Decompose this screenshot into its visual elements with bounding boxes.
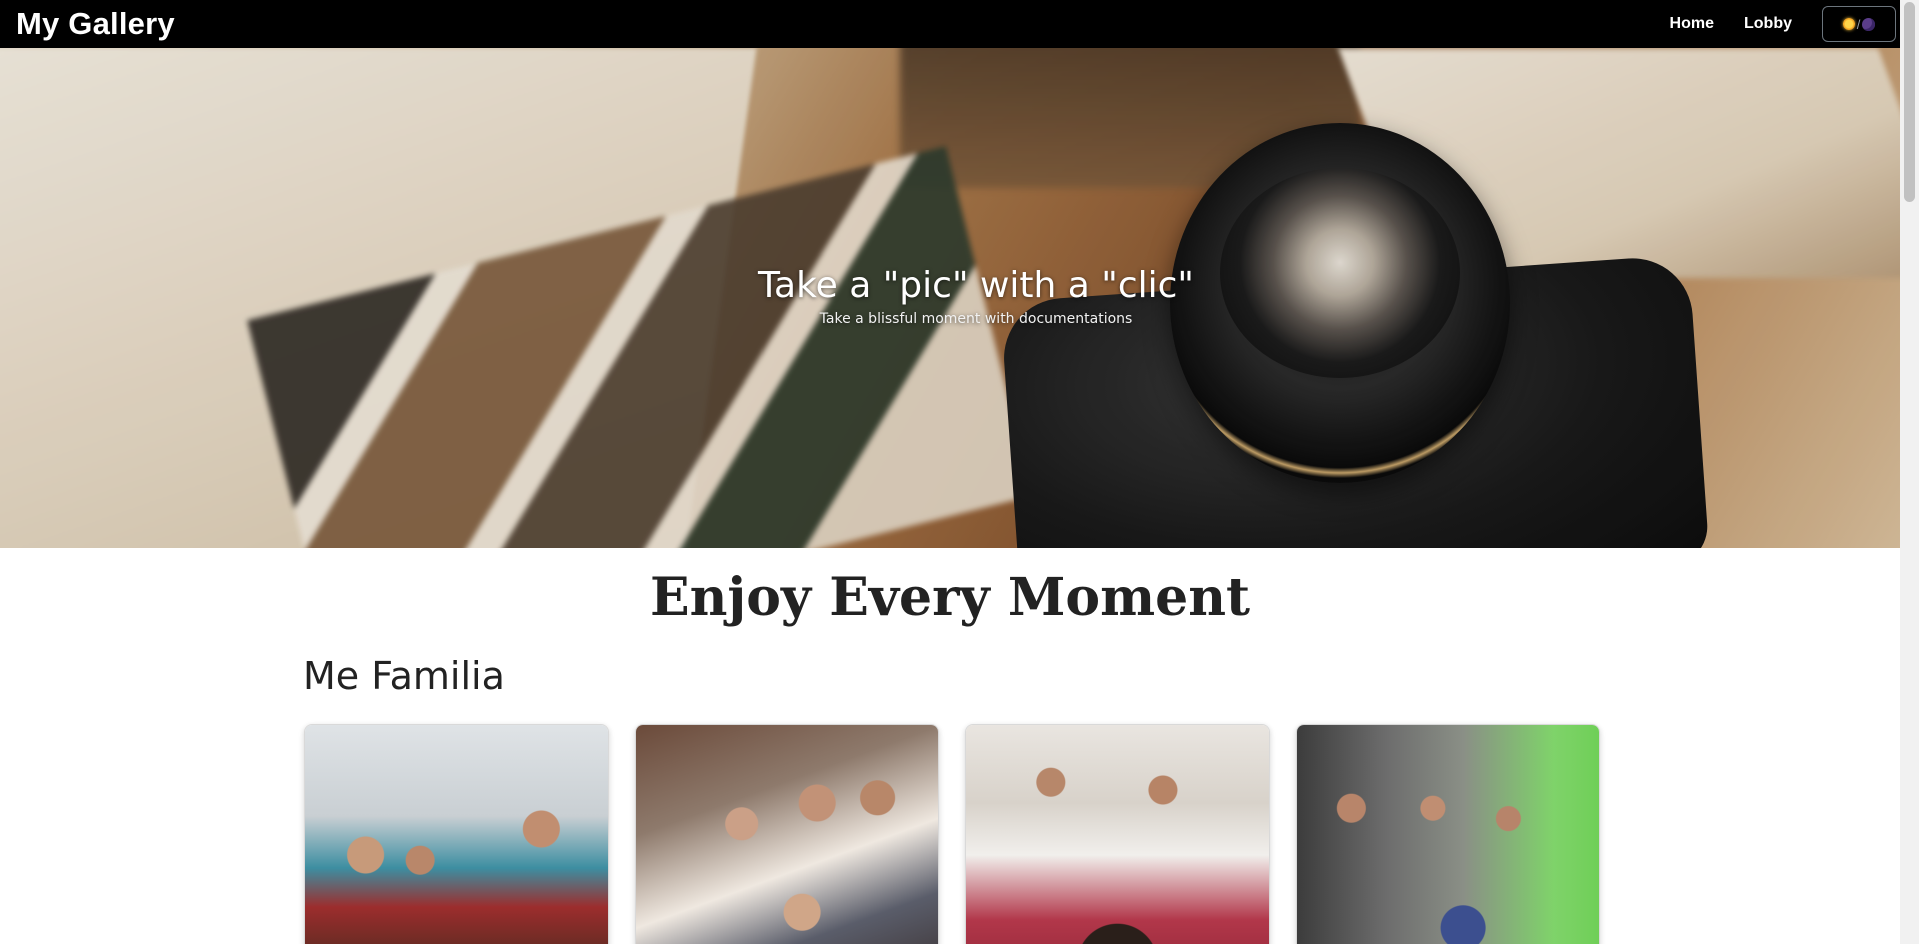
photo-card[interactable] <box>965 724 1270 944</box>
nav-links: Home Lobby / <box>1670 0 1900 48</box>
photo-card[interactable] <box>634 724 939 944</box>
sun-icon <box>1842 18 1855 30</box>
section-title: Me Familia <box>303 654 505 698</box>
family-group-photo <box>635 725 938 944</box>
vertical-scrollbar[interactable] <box>1900 0 1919 944</box>
page-heading: Enjoy Every Moment <box>649 567 1251 628</box>
hero-banner: Take a "pic" with a "clic" Take a blissf… <box>0 48 1900 548</box>
scrollbar-thumb[interactable] <box>1904 2 1915 202</box>
brand-logo[interactable]: My Gallery <box>16 6 175 42</box>
photo-gallery <box>304 724 1600 944</box>
photo-card[interactable] <box>1295 724 1600 944</box>
hero-title: Take a "pic" with a "clic" <box>758 265 1194 306</box>
nav-link-home[interactable]: Home <box>1670 15 1714 33</box>
photo-card[interactable] <box>304 724 609 944</box>
page: My Gallery Home Lobby / Take a "pic" wit… <box>0 0 1919 944</box>
nav-link-lobby[interactable]: Lobby <box>1744 15 1792 33</box>
theme-separator: / <box>1856 16 1861 32</box>
moon-icon <box>1862 17 1876 31</box>
navbar: My Gallery Home Lobby / <box>0 0 1900 48</box>
hero-caption: Take a "pic" with a "clic" Take a blissf… <box>0 262 1900 328</box>
theme-toggle-button[interactable]: / <box>1822 6 1896 42</box>
hero-subtitle: Take a blissful moment with documentatio… <box>819 311 1133 327</box>
family-selfie-photo <box>966 725 1269 944</box>
family-dinner-photo <box>305 725 608 944</box>
family-gathering-photo <box>1296 725 1599 944</box>
